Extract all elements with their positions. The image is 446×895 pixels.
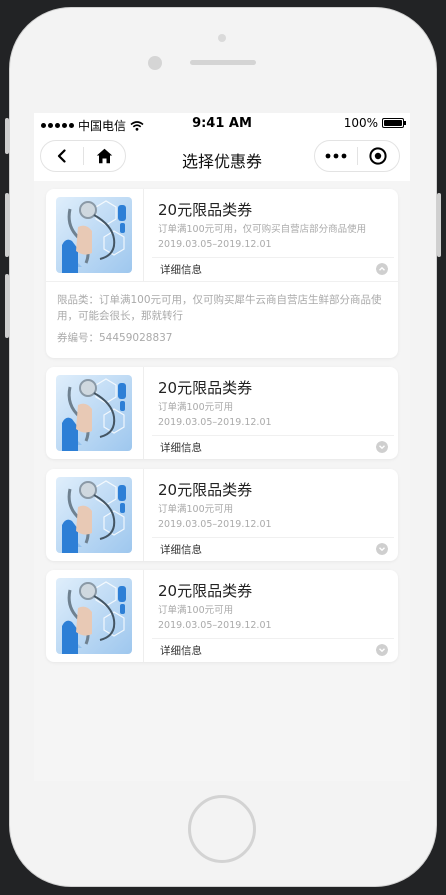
details-toggle[interactable]: 详细信息 bbox=[160, 542, 202, 557]
volume-up-button bbox=[5, 193, 9, 257]
target-close-icon bbox=[369, 147, 387, 165]
home-hardware-button[interactable] bbox=[188, 795, 256, 863]
coupon-title: 20元限品类券 bbox=[158, 201, 253, 219]
coupon-card[interactable]: 20元限品类券订单满100元可用，仅可购买自营店部分商品使用 2019.03.05… bbox=[46, 189, 398, 358]
coupon-detail-text: 限品类：订单满100元可用，仅可购买犀牛云商自营店生鲜部分商品使用，可能会很长，… bbox=[57, 294, 382, 322]
battery-percent: 100% bbox=[343, 116, 378, 130]
coupon-validity: 2019.03.05–2019.12.01 bbox=[158, 519, 272, 530]
more-button[interactable] bbox=[315, 141, 357, 171]
app-screen: 中国电信 9:41 AM 100% 选择优惠券 20元限品类券 订单满100元可… bbox=[34, 113, 410, 781]
battery-icon bbox=[382, 118, 406, 128]
front-camera bbox=[148, 56, 162, 70]
mute-switch bbox=[5, 118, 9, 154]
nav-capsule-right bbox=[314, 140, 400, 172]
phone-frame: 中国电信 9:41 AM 100% 选择优惠券 20元限品类券 订单满100元可… bbox=[5, 7, 441, 887]
more-dots-icon bbox=[325, 153, 347, 159]
details-toggle[interactable]: 详细信息 bbox=[160, 262, 202, 277]
coupon-condition: 订单满100元可用 bbox=[158, 402, 234, 413]
power-button bbox=[437, 193, 441, 257]
coupon-image bbox=[56, 477, 132, 553]
chevron-down-icon[interactable] bbox=[376, 543, 388, 555]
coupon-image bbox=[56, 375, 132, 451]
volume-down-button bbox=[5, 274, 9, 338]
coupon-validity: 2019.03.05–2019.12.01 bbox=[158, 620, 272, 631]
coupon-card[interactable]: 20元限品类券订单满100元可用 2019.03.05–2019.12.01 详细信… bbox=[46, 367, 398, 459]
coupon-image bbox=[56, 578, 132, 654]
coupon-card[interactable]: 20元限品类券订单满100元可用 2019.03.05–2019.12.01 详细信… bbox=[46, 469, 398, 561]
earpiece-speaker bbox=[190, 60, 256, 65]
coupon-code: 券编号：54459028837 bbox=[57, 332, 173, 344]
proximity-sensor bbox=[218, 34, 226, 42]
chevron-up-icon[interactable] bbox=[376, 263, 388, 275]
chevron-down-icon[interactable] bbox=[376, 441, 388, 453]
details-toggle[interactable]: 详细信息 bbox=[160, 643, 202, 658]
navigation-bar: 选择优惠券 bbox=[34, 135, 410, 181]
status-bar: 中国电信 9:41 AM 100% bbox=[34, 113, 410, 135]
coupon-card[interactable]: 20元限品类券订单满100元可用 2019.03.05–2019.12.01 详细信… bbox=[46, 570, 398, 662]
coupon-detail-panel: 限品类：订单满100元可用，仅可购买犀牛云商自营店生鲜部分商品使用，可能会很长，… bbox=[46, 281, 398, 358]
coupon-condition: 订单满100元可用 bbox=[158, 504, 234, 515]
coupon-validity: 2019.03.05–2019.12.01 bbox=[158, 239, 272, 250]
coupon-title: 20元限品类券 bbox=[158, 379, 253, 397]
coupon-image bbox=[56, 197, 132, 273]
chevron-down-icon[interactable] bbox=[376, 644, 388, 656]
close-miniprogram-button[interactable] bbox=[358, 141, 400, 171]
coupon-validity: 2019.03.05–2019.12.01 bbox=[158, 417, 272, 428]
details-toggle[interactable]: 详细信息 bbox=[160, 440, 202, 455]
coupon-condition: 订单满100元可用，仅可购买自营店部分商品使用 bbox=[158, 224, 367, 235]
coupon-title: 20元限品类券 bbox=[158, 481, 253, 499]
coupon-title: 20元限品类券 bbox=[158, 582, 253, 600]
coupon-condition: 订单满100元可用 bbox=[158, 605, 234, 616]
